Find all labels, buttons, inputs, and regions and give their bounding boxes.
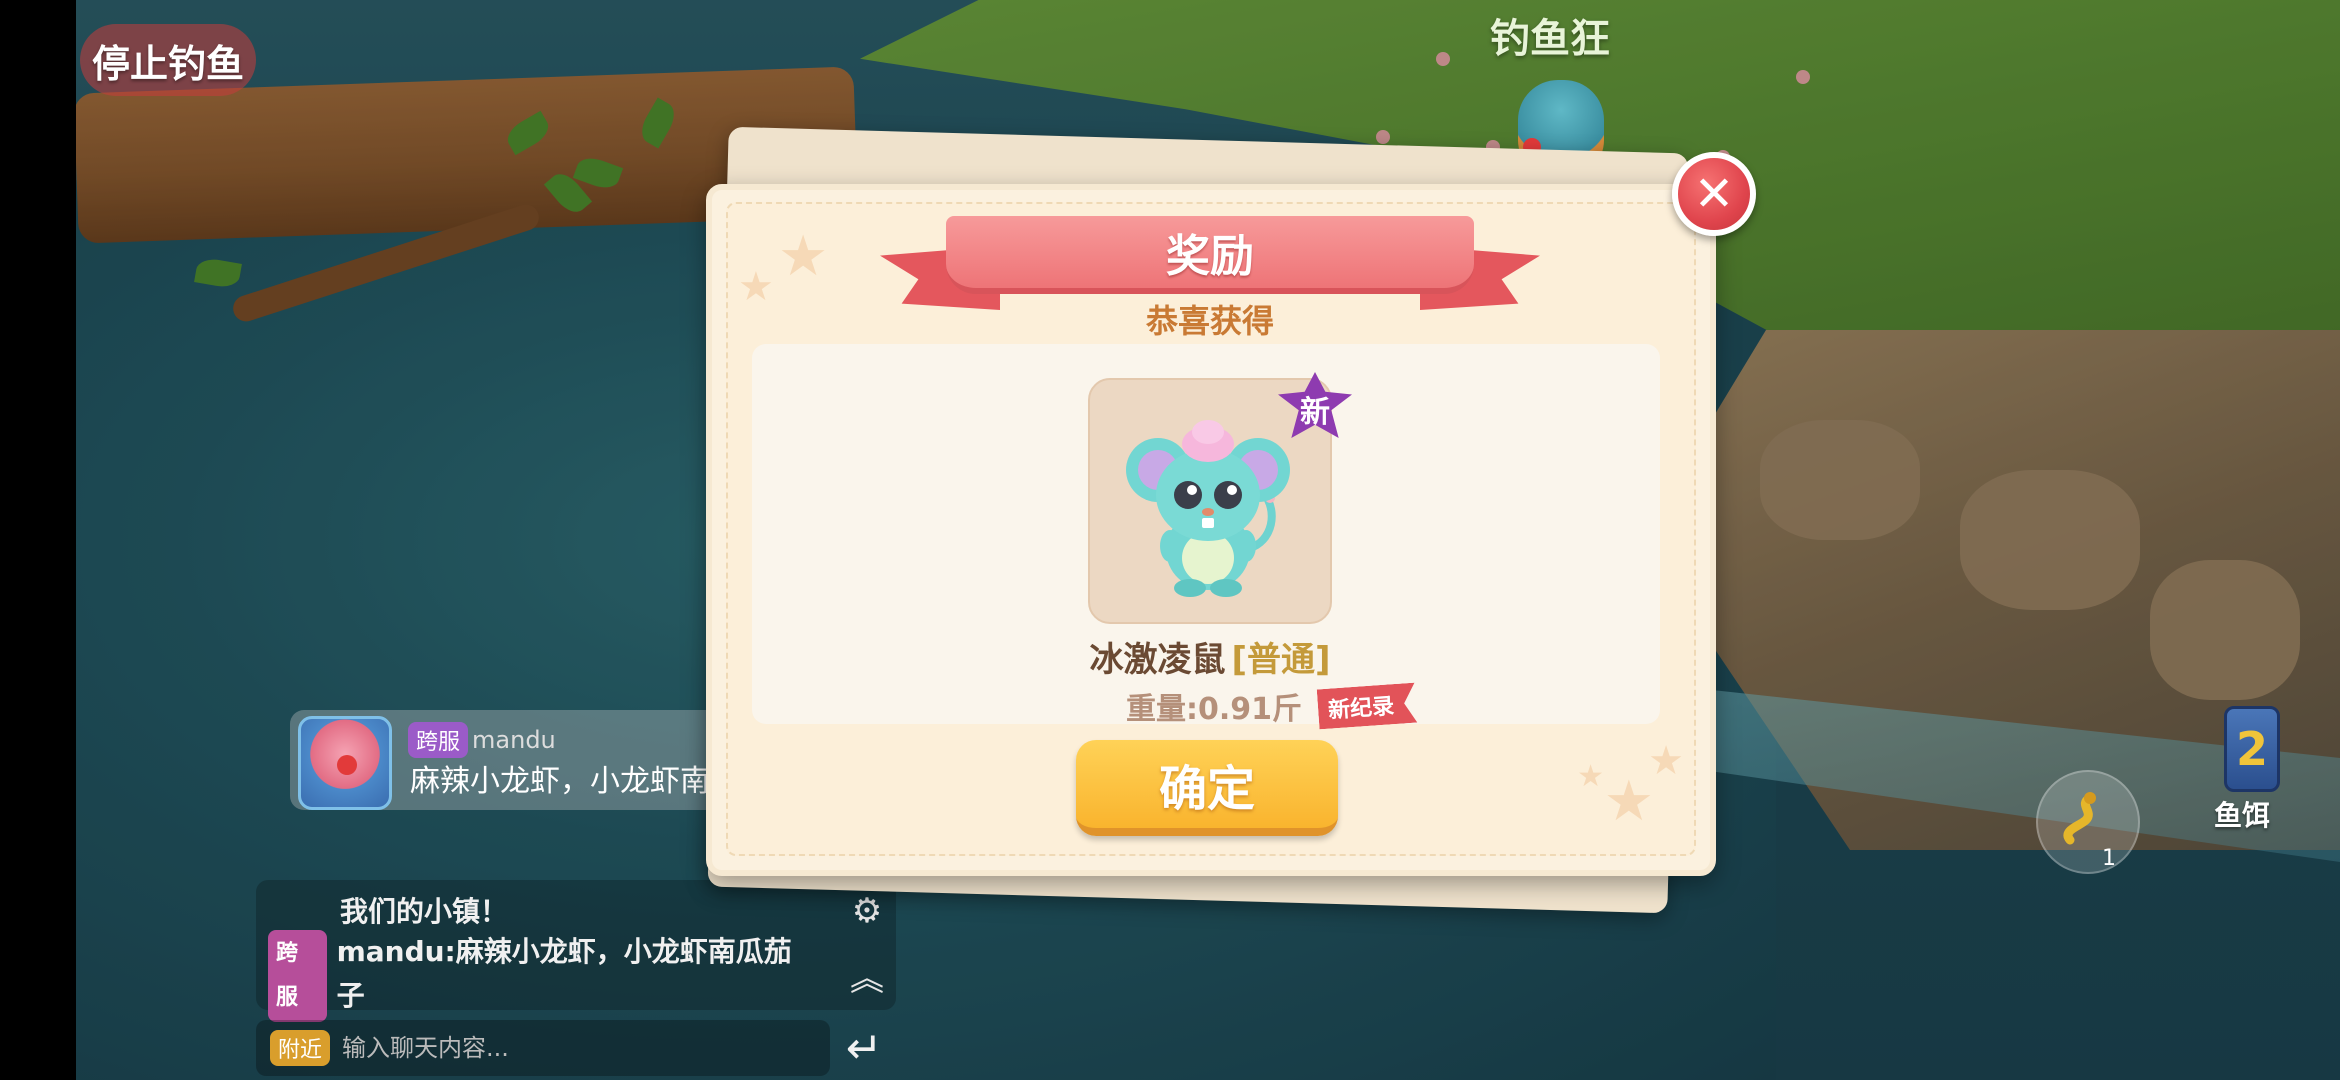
star-decoration: ★ — [1603, 769, 1654, 834]
stop-fishing-button[interactable]: 停止钓鱼 — [80, 24, 256, 96]
star-decoration: ★ — [778, 224, 829, 289]
server-tag: 跨服 — [268, 930, 327, 1022]
close-button[interactable]: ✕ — [1672, 152, 1756, 236]
star-decoration: ★ — [738, 264, 774, 310]
bait-slot-button[interactable] — [2036, 770, 2140, 874]
worm-bait-icon — [2063, 792, 2096, 845]
bait-label[interactable]: 鱼饵 — [2214, 794, 2270, 834]
item-rarity: [普通] — [1231, 640, 1331, 680]
chat-bubble-meta: 跨服 mandu — [408, 722, 556, 758]
chat-line-text: mandu:麻辣小龙虾，小龙虾南瓜茄子 — [336, 935, 792, 1012]
chat-username: mandu — [472, 726, 556, 754]
channel-tag[interactable]: 附近 — [270, 1030, 331, 1066]
chevron-up-icon[interactable]: ︽ — [848, 960, 886, 998]
item-name: 冰激凌鼠 — [1089, 640, 1226, 680]
star-decoration: ★ — [1577, 759, 1604, 794]
star-decoration: ★ — [1648, 738, 1684, 784]
chat-line: 跨服 mandu:麻辣小龙虾，小龙虾南瓜茄子 — [268, 930, 808, 1022]
chat-line: 我们的小镇！ — [340, 895, 509, 928]
new-record-tag: 新纪录 — [1317, 683, 1418, 730]
confirm-button[interactable]: 确定 — [1076, 740, 1338, 836]
avatar — [298, 716, 392, 810]
chat-input-bar[interactable]: 附近 — [256, 1020, 830, 1076]
item-weight: 重量:0.91斤 — [1126, 692, 1303, 727]
chat-panel[interactable]: 我们的小镇！ 跨服 mandu:麻辣小龙虾，小龙虾南瓜茄子 ⚙ ︽ — [256, 880, 896, 1022]
chat-bubble[interactable]: 跨服 mandu 麻辣小龙虾，小龙虾南 — [290, 710, 730, 810]
bait-bag-icon[interactable]: 2 — [2224, 706, 2280, 792]
avatar-nose — [337, 755, 357, 775]
chat-bubble-message: 麻辣小龙虾，小龙虾南 — [410, 764, 710, 799]
ice-cream-mouse-icon — [1126, 420, 1290, 597]
chat-input[interactable] — [342, 1034, 783, 1062]
enter-icon[interactable]: ↵ — [836, 1024, 892, 1074]
weight-row: 重量:0.91斤 新纪录 — [1126, 684, 1416, 728]
close-icon: ✕ — [1693, 166, 1735, 222]
ribbon-body: 奖励 — [946, 216, 1474, 294]
item-name-row: 冰激凌鼠 [普通] — [1040, 632, 1380, 681]
modal-subtitle: 恭喜获得 — [1145, 302, 1274, 340]
modal-title: 奖励 — [1166, 231, 1254, 282]
player-name-label: 钓鱼狂 — [1490, 16, 1610, 62]
server-tag: 跨服 — [408, 722, 469, 758]
bait-count: 1 — [2102, 846, 2116, 871]
gear-icon[interactable]: ⚙ — [848, 892, 886, 930]
